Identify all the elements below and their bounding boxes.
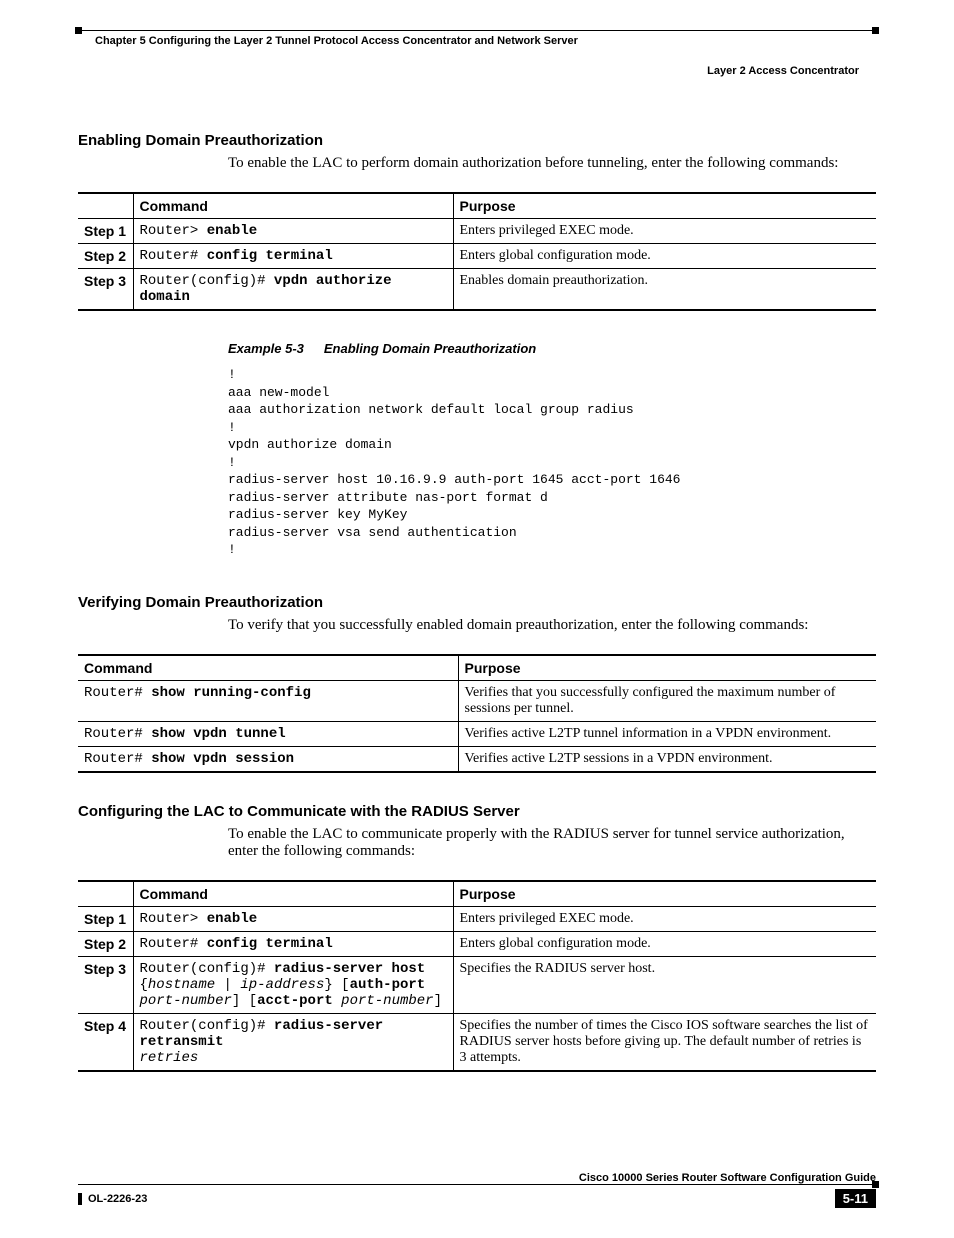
command-cell: Router> enable <box>133 219 453 244</box>
step-cell: Step 3 <box>78 269 133 311</box>
rule-endcap <box>872 1181 879 1188</box>
table-verify-domain-preauth: Command Purpose Router# show running-con… <box>78 654 876 773</box>
step-cell: Step 1 <box>78 907 133 932</box>
purpose-cell: Verifies active L2TP tunnel information … <box>458 722 876 747</box>
table-row: Router# show running-config Verifies tha… <box>78 681 876 722</box>
section-header: Layer 2 Access Concentrator <box>40 47 914 77</box>
purpose-cell: Verifies active L2TP sessions in a VPDN … <box>458 747 876 773</box>
code-block: ! aaa new-model aaa authorization networ… <box>228 366 876 559</box>
intro-text: To enable the LAC to perform domain auth… <box>228 155 876 172</box>
footer-doc-id: OL-2226-23 <box>78 1193 147 1205</box>
th-command: Command <box>133 193 453 219</box>
table-row: Step 4 Router(config)# radius-server ret… <box>78 1014 876 1072</box>
table-row: Step 1 Router> enable Enters privileged … <box>78 907 876 932</box>
th-command: Command <box>133 881 453 907</box>
heading-verifying-domain-preauth: Verifying Domain Preauthorization <box>78 594 876 611</box>
command-cell: Router# config terminal <box>133 244 453 269</box>
table-enable-domain-preauth: Command Purpose Step 1 Router> enable En… <box>78 192 876 311</box>
step-cell: Step 2 <box>78 932 133 957</box>
footer-rule <box>78 1184 876 1185</box>
rule-endcap <box>872 27 879 34</box>
rule-endcap <box>75 27 82 34</box>
command-cell: Router# show vpdn tunnel <box>78 722 458 747</box>
command-cell: Router# show vpdn session <box>78 747 458 773</box>
purpose-cell: Enters global configuration mode. <box>453 932 876 957</box>
command-cell: Router# config terminal <box>133 932 453 957</box>
step-cell: Step 2 <box>78 244 133 269</box>
command-cell: Router# show running-config <box>78 681 458 722</box>
table-row: Step 2 Router# config terminal Enters gl… <box>78 932 876 957</box>
heading-enabling-domain-preauth: Enabling Domain Preauthorization <box>78 132 876 149</box>
table-row: Router# show vpdn session Verifies activ… <box>78 747 876 773</box>
th-purpose: Purpose <box>458 655 876 681</box>
chapter-header: Chapter 5 Configuring the Layer 2 Tunnel… <box>40 31 914 47</box>
step-cell: Step 1 <box>78 219 133 244</box>
th-blank <box>78 881 133 907</box>
table-row: Step 3 Router(config)# radius-server hos… <box>78 957 876 1014</box>
table-config-lac-radius: Command Purpose Step 1 Router> enable En… <box>78 880 876 1072</box>
command-cell: Router(config)# vpdn authorize domain <box>133 269 453 311</box>
step-cell: Step 4 <box>78 1014 133 1072</box>
purpose-cell: Enters privileged EXEC mode. <box>453 219 876 244</box>
header-rule <box>78 30 876 31</box>
page-footer: Cisco 10000 Series Router Software Confi… <box>40 1172 914 1238</box>
example-caption: Example 5-3Enabling Domain Preauthorizat… <box>228 341 876 356</box>
intro-text: To enable the LAC to communicate properl… <box>228 826 876 860</box>
purpose-cell: Enters privileged EXEC mode. <box>453 907 876 932</box>
heading-config-lac-radius: Configuring the LAC to Communicate with … <box>78 803 876 820</box>
command-cell: Router(config)# radius-server retransmit… <box>133 1014 453 1072</box>
table-row: Step 3 Router(config)# vpdn authorize do… <box>78 269 876 311</box>
step-cell: Step 3 <box>78 957 133 1014</box>
th-command: Command <box>78 655 458 681</box>
th-purpose: Purpose <box>453 193 876 219</box>
th-purpose: Purpose <box>453 881 876 907</box>
purpose-cell: Specifies the number of times the Cisco … <box>453 1014 876 1072</box>
purpose-cell: Enters global configuration mode. <box>453 244 876 269</box>
command-cell: Router(config)# radius-server host {host… <box>133 957 453 1014</box>
purpose-cell: Specifies the RADIUS server host. <box>453 957 876 1014</box>
th-blank <box>78 193 133 219</box>
command-cell: Router> enable <box>133 907 453 932</box>
footer-guide-title: Cisco 10000 Series Router Software Confi… <box>78 1172 876 1184</box>
table-row: Step 2 Router# config terminal Enters gl… <box>78 244 876 269</box>
footer-page-number: 5-11 <box>835 1189 876 1208</box>
table-row: Router# show vpdn tunnel Verifies active… <box>78 722 876 747</box>
purpose-cell: Verifies that you successfully configure… <box>458 681 876 722</box>
intro-text: To verify that you successfully enabled … <box>228 617 876 634</box>
table-row: Step 1 Router> enable Enters privileged … <box>78 219 876 244</box>
purpose-cell: Enables domain preauthorization. <box>453 269 876 311</box>
